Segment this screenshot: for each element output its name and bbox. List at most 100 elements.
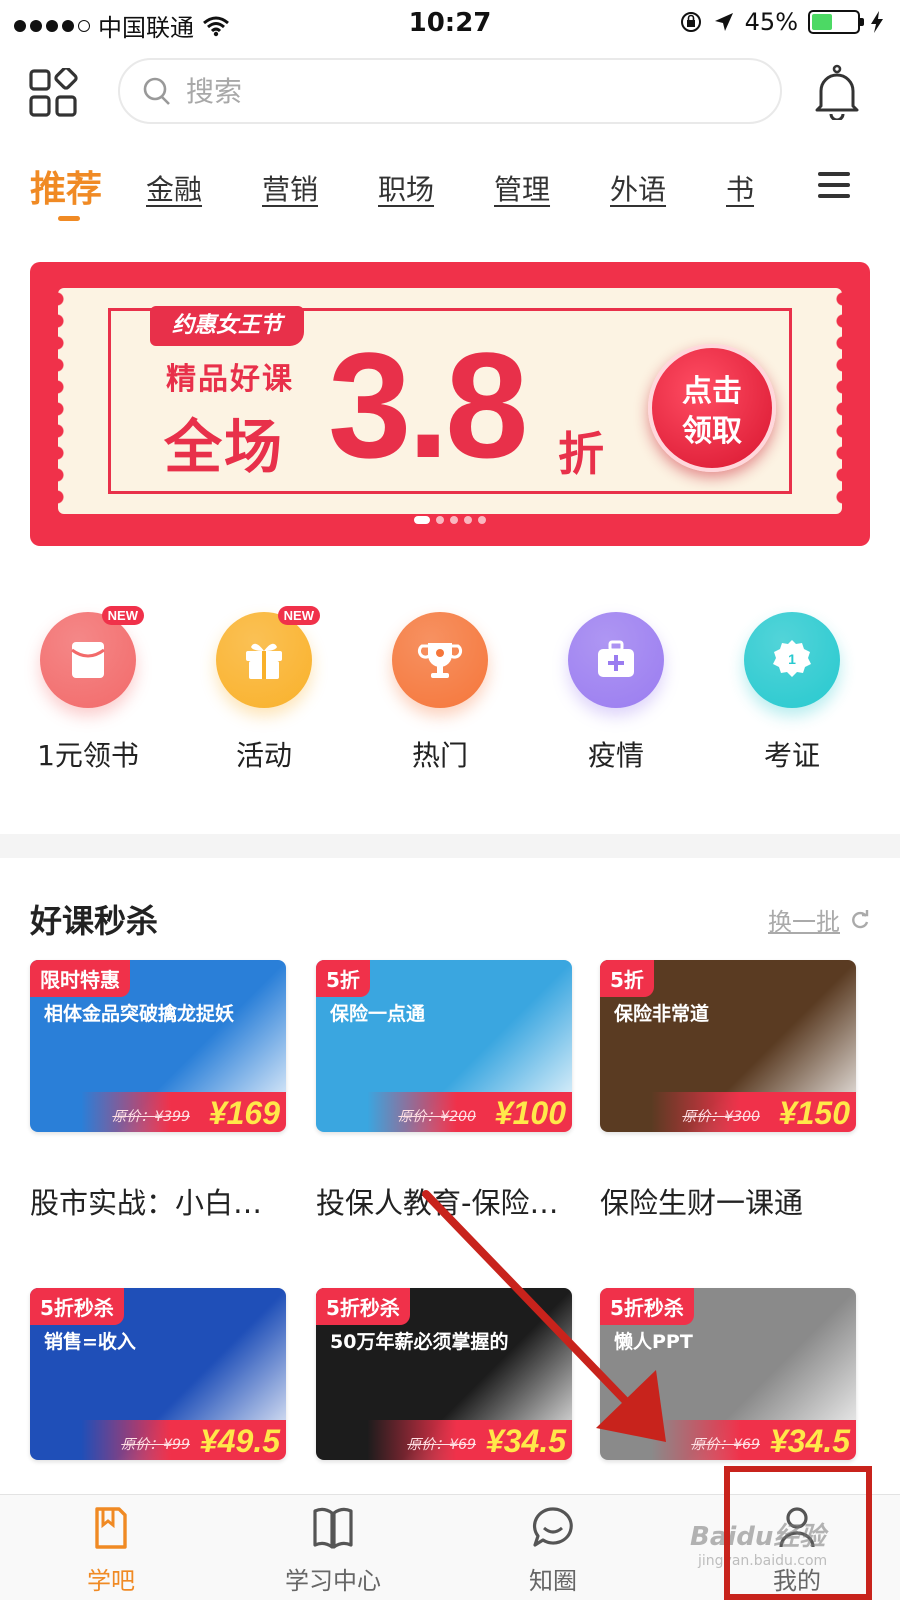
course-card[interactable]: 5折秒杀 懒人PPT 原价：¥69 ¥34.5 xyxy=(600,1288,856,1460)
menu-icon xyxy=(818,172,850,176)
tab-study-center[interactable]: 学习中心 xyxy=(258,1505,408,1596)
tab-marketing[interactable]: 营销 xyxy=(262,160,378,212)
search-bar[interactable] xyxy=(118,58,782,124)
rotation-lock-icon xyxy=(680,12,701,32)
course-card[interactable]: 限时特惠相体金品突破擒龙捉妖原价：¥399 ¥169 股市实战：小白到股市高手 xyxy=(30,960,286,1222)
banner-main-text: 全场 xyxy=(164,413,285,481)
new-badge: NEW xyxy=(277,606,320,625)
banner-page-dot[interactable] xyxy=(414,516,430,524)
course-price: ¥34.5 xyxy=(769,1423,850,1459)
course-card[interactable]: 5折秒杀 销售=收入 原价：¥99 ¥49.5 xyxy=(30,1288,286,1460)
tab-learn[interactable]: 学吧 xyxy=(36,1505,186,1596)
search-icon xyxy=(143,77,170,105)
quick-link-circle: 1 xyxy=(744,612,840,708)
app-grid-icon xyxy=(29,66,78,117)
course-original-price: 原价：¥69 xyxy=(407,1437,476,1453)
tab-management[interactable]: 管理 xyxy=(494,160,610,212)
quick-link-circle xyxy=(568,612,664,708)
status-bar: 中国联通 10:27 45% xyxy=(0,0,900,46)
course-tag: 5折 xyxy=(316,960,370,997)
bell-icon xyxy=(815,64,859,122)
battery-level xyxy=(812,14,832,30)
course-card[interactable]: 5折秒杀 50万年薪必须掌握的原价：¥69 ¥34.5 xyxy=(316,1288,572,1460)
refresh-label: 换一批 xyxy=(768,908,840,936)
course-headline: 50万年薪必须掌握的 xyxy=(330,1331,509,1353)
course-headline: 相体金品突破擒龙捉妖 xyxy=(44,1003,235,1025)
course-original-price: 原价：¥399 xyxy=(112,1109,190,1125)
course-price: ¥34.5 xyxy=(485,1423,566,1459)
quick-link-epidemic[interactable]: 疫情 xyxy=(546,612,686,774)
category-tabs: 推荐 金融 营销 职场 管理 外语 书 xyxy=(0,150,900,230)
quick-link-label: 考证 xyxy=(763,739,820,772)
claim-button-label: 点击 领取 xyxy=(682,374,742,449)
course-original-price: 原价：¥300 xyxy=(682,1109,760,1125)
course-price: ¥49.5 xyxy=(199,1423,280,1459)
app-grid-button[interactable] xyxy=(28,66,78,118)
banner-discount-unit: 折 xyxy=(558,427,604,481)
refresh-button[interactable]: 换一批 xyxy=(768,902,870,937)
battery-percent: 45% xyxy=(744,8,798,36)
open-book-icon xyxy=(313,1507,353,1549)
course-card[interactable]: 5折 保险非常道 原价：¥300 ¥150 保险生财一课通 xyxy=(600,960,856,1222)
status-right: 45% xyxy=(679,8,884,36)
course-headline: 懒人PPT xyxy=(614,1331,693,1353)
certificate-icon: 1 xyxy=(773,640,811,677)
course-thumbnail: 5折秒杀 销售=收入 原价：¥99 ¥49.5 xyxy=(30,1288,286,1460)
quick-link-label: 活动 xyxy=(235,739,292,772)
annotation-highlight-box xyxy=(724,1466,872,1600)
red-packet-icon xyxy=(71,642,105,678)
tab-recommend[interactable]: 推荐 xyxy=(30,160,146,212)
medical-kit-icon xyxy=(598,640,634,677)
battery-icon xyxy=(808,10,864,34)
gift-icon xyxy=(246,643,282,679)
banner-page-dot[interactable] xyxy=(436,516,444,524)
course-tag: 5折秒杀 xyxy=(316,1288,410,1325)
course-tag: 5折秒杀 xyxy=(30,1288,124,1325)
promo-banner[interactable]: 约惠女王节 精品好课 全场 3.8 折 点击 领取 xyxy=(30,262,870,546)
tab-label: 学吧 xyxy=(87,1567,135,1595)
quick-link-label: 1元领书 xyxy=(37,739,139,772)
charging-icon xyxy=(871,11,883,33)
tab-fade-overlay xyxy=(760,150,800,220)
banner-page-dot[interactable] xyxy=(478,516,486,524)
tab-label: 知圈 xyxy=(529,1567,577,1595)
quick-links: NEW 1元领书 NEW 活动 热门 疫情 1 考证 xyxy=(0,606,900,792)
active-tab-indicator xyxy=(58,216,80,221)
claim-button[interactable]: 点击 领取 xyxy=(648,344,776,472)
tab-language[interactable]: 外语 xyxy=(610,160,726,212)
course-price: ¥169 xyxy=(208,1095,280,1131)
banner-ribbon: 约惠女王节 xyxy=(150,306,305,346)
quick-link-popular[interactable]: 热门 xyxy=(370,612,510,774)
banner-subtitle: 精品好课 xyxy=(166,362,294,397)
notification-button[interactable] xyxy=(812,64,862,122)
banner-discount: 3.8 xyxy=(328,321,529,489)
course-card[interactable]: 5折保险一点通原价：¥200 ¥100 投保人教育-保险一点通 xyxy=(316,960,572,1222)
quick-link-certificate[interactable]: 1 考证 xyxy=(722,612,862,774)
course-title: 投保人教育-保险一点通 xyxy=(316,1186,572,1220)
category-menu-button[interactable] xyxy=(818,172,850,198)
quick-link-book[interactable]: NEW 1元领书 xyxy=(18,606,158,774)
course-thumbnail: 5折秒杀 懒人PPT 原价：¥69 ¥34.5 xyxy=(600,1288,856,1460)
bookmark-icon xyxy=(95,1507,127,1549)
tab-finance[interactable]: 金融 xyxy=(146,160,262,212)
course-title: 股市实战：小白到股市高手 xyxy=(30,1186,286,1220)
quick-link-circle: NEW xyxy=(40,606,144,708)
course-thumbnail: 5折秒杀 50万年薪必须掌握的原价：¥69 ¥34.5 xyxy=(316,1288,572,1460)
quick-link-label: 疫情 xyxy=(587,739,644,772)
quick-link-activity[interactable]: NEW 活动 xyxy=(194,606,334,774)
tab-workplace[interactable]: 职场 xyxy=(378,160,494,212)
location-icon xyxy=(714,13,733,31)
banner-page-dot[interactable] xyxy=(464,516,472,524)
quick-link-circle: NEW xyxy=(216,606,320,708)
search-input[interactable] xyxy=(186,74,686,108)
course-price: ¥150 xyxy=(778,1095,850,1131)
banner-ticket: 约惠女王节 精品好课 全场 3.8 折 点击 领取 xyxy=(57,288,842,514)
banner-page-dot[interactable] xyxy=(450,516,458,524)
tab-circle[interactable]: 知圈 xyxy=(478,1505,628,1596)
new-badge: NEW xyxy=(101,606,144,625)
trophy-icon xyxy=(417,643,463,678)
course-headline: 销售=收入 xyxy=(44,1331,136,1353)
course-tag: 5折秒杀 xyxy=(600,1288,694,1325)
quick-link-label: 热门 xyxy=(411,739,468,772)
course-original-price: 原价：¥200 xyxy=(398,1109,476,1125)
